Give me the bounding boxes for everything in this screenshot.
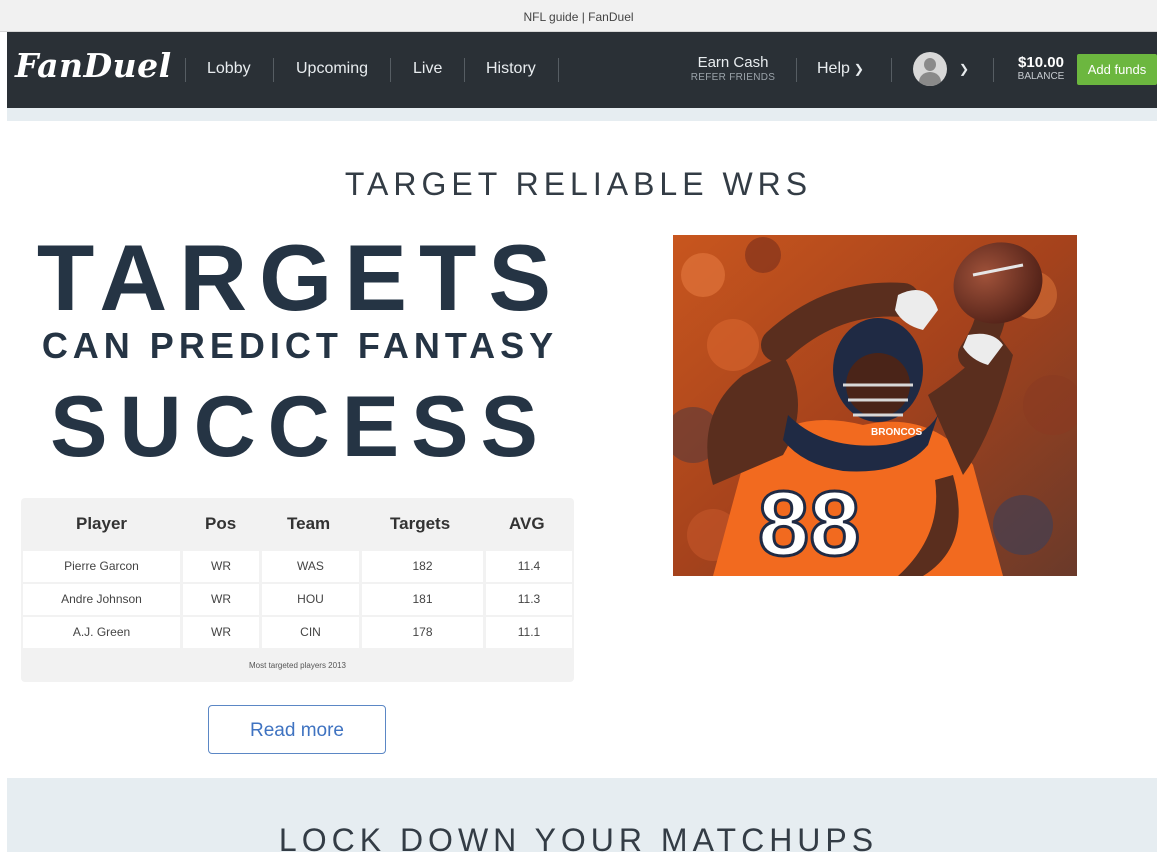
col-header-player: Player bbox=[76, 514, 128, 533]
cell-player: Andre Johnson bbox=[23, 584, 180, 615]
hero-line-predict: CAN PREDICT FANTASY bbox=[41, 325, 559, 366]
fanduel-logo[interactable]: FanDuel bbox=[15, 46, 172, 85]
hero-line-targets: TARGETS bbox=[36, 225, 564, 330]
cell-player: Pierre Garcon bbox=[23, 551, 180, 582]
earn-cash-label: Earn Cash bbox=[697, 54, 769, 71]
cell-avg: 11.3 bbox=[486, 584, 572, 615]
nav-divider bbox=[390, 58, 391, 82]
nav-divider bbox=[185, 58, 186, 82]
next-section-title: LOCK DOWN YOUR MATCHUPS bbox=[278, 822, 879, 858]
targets-table: Player Pos Team Targets AVG Pierre Garco… bbox=[21, 498, 574, 682]
receiver-catch-photo: BRONCOS 88 bbox=[673, 235, 1077, 576]
nav-lobby[interactable]: Lobby bbox=[207, 60, 251, 78]
col-header-pos: Pos bbox=[205, 514, 237, 533]
nav-divider bbox=[796, 58, 797, 82]
cell-team: HOU bbox=[262, 584, 359, 615]
nav-live[interactable]: Live bbox=[413, 60, 442, 78]
football-player-illustration: BRONCOS 88 bbox=[673, 235, 1077, 576]
nav-history[interactable]: History bbox=[486, 60, 536, 78]
help-dropdown[interactable]: Help ❯ bbox=[817, 60, 864, 78]
add-funds-button[interactable]: Add funds bbox=[1077, 54, 1157, 85]
chevron-down-icon: ❯ bbox=[853, 62, 864, 76]
cell-avg: 11.1 bbox=[486, 617, 572, 648]
table-row: A.J. Green WR CIN 178 11.1 bbox=[23, 617, 572, 648]
user-avatar[interactable] bbox=[913, 52, 947, 86]
balance-label: BALANCE bbox=[1017, 71, 1065, 82]
top-navbar: FanDuel Lobby Upcoming Live History Earn… bbox=[7, 32, 1157, 108]
cell-targets: 178 bbox=[362, 617, 483, 648]
cell-pos: WR bbox=[183, 551, 259, 582]
cell-avg: 11.4 bbox=[486, 551, 572, 582]
browser-title-bar: NFL guide | FanDuel bbox=[0, 0, 1157, 32]
table-caption: Most targeted players 2013 bbox=[249, 661, 346, 670]
nav-divider bbox=[993, 58, 994, 82]
cell-pos: WR bbox=[183, 584, 259, 615]
cell-team: WAS bbox=[262, 551, 359, 582]
table-row: Pierre Garcon WR WAS 182 11.4 bbox=[23, 551, 572, 582]
helmet-text: BRONCOS bbox=[871, 427, 922, 438]
cell-team: CIN bbox=[262, 617, 359, 648]
hero-line-success: SUCCESS bbox=[50, 379, 550, 475]
nav-divider bbox=[891, 58, 892, 82]
nav-divider bbox=[558, 58, 559, 82]
col-header-targets: Targets bbox=[390, 514, 451, 533]
read-more-button[interactable]: Read more bbox=[208, 705, 386, 754]
account-balance: $10.00 BALANCE bbox=[1012, 54, 1070, 82]
cell-player: A.J. Green bbox=[23, 617, 180, 648]
earn-cash-link[interactable]: Earn Cash REFER FRIENDS bbox=[683, 54, 783, 83]
cell-targets: 182 bbox=[362, 551, 483, 582]
chevron-down-icon[interactable]: ❯ bbox=[959, 62, 969, 76]
help-label: Help bbox=[817, 60, 850, 77]
avatar-head bbox=[924, 58, 936, 71]
col-header-team: Team bbox=[287, 514, 331, 533]
nav-upcoming[interactable]: Upcoming bbox=[296, 60, 368, 78]
jersey-number: 88 bbox=[758, 473, 860, 575]
refer-friends-label: REFER FRIENDS bbox=[690, 72, 776, 83]
table-row: Andre Johnson WR HOU 181 11.3 bbox=[23, 584, 572, 615]
nav-divider bbox=[273, 58, 274, 82]
nav-divider bbox=[464, 58, 465, 82]
avatar-body bbox=[919, 72, 941, 86]
cell-pos: WR bbox=[183, 617, 259, 648]
section-title: TARGET RELIABLE WRS bbox=[344, 166, 813, 202]
nav-subbar bbox=[7, 108, 1157, 121]
window-title: NFL guide | FanDuel bbox=[523, 10, 634, 24]
cell-targets: 181 bbox=[362, 584, 483, 615]
balance-amount: $10.00 bbox=[1018, 54, 1064, 71]
col-header-avg: AVG bbox=[509, 514, 545, 533]
